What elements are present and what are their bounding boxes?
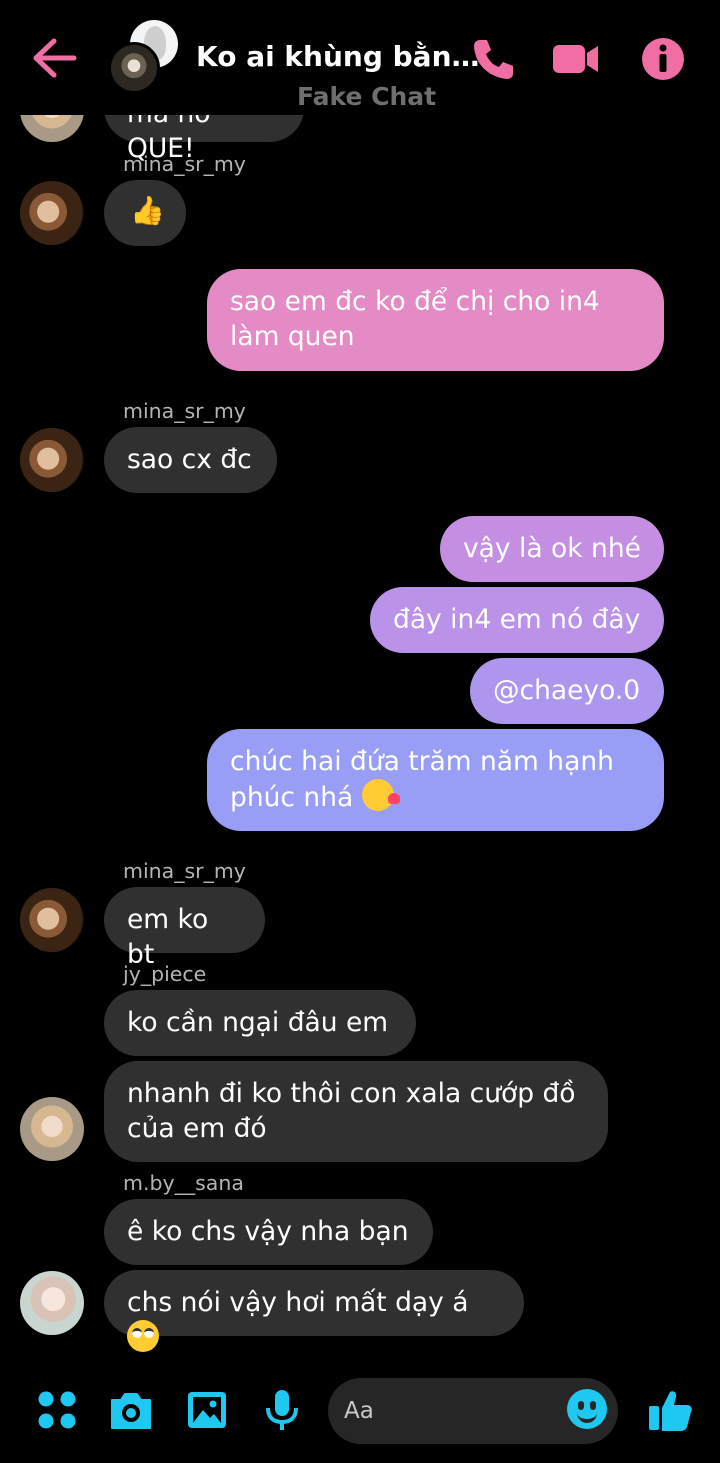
message-text: chs nói vậy hơi mất dạy á	[127, 1287, 469, 1318]
message-bubble-outgoing[interactable]: đây in4 em nó đây	[370, 587, 664, 653]
composer-bar: Aa	[0, 1362, 720, 1463]
info-icon[interactable]	[640, 36, 686, 82]
kiss-emoji	[361, 779, 400, 811]
avatar[interactable]	[20, 888, 84, 952]
message-bubble[interactable]: sao cx đc	[104, 427, 277, 493]
eye-roll-emoji	[127, 1320, 159, 1352]
sender-name: mina_sr_my	[123, 859, 246, 883]
message-input[interactable]: Aa	[328, 1378, 618, 1444]
message-text: nhanh đi ko thôi con xala cướp đồ của em…	[127, 1078, 576, 1144]
avatar[interactable]	[20, 1271, 84, 1335]
avatar[interactable]	[20, 1097, 84, 1161]
chat-subtitle: Fake Chat	[297, 82, 437, 111]
message-bubble-outgoing[interactable]: @chaeyo.0	[470, 658, 664, 724]
image-icon[interactable]	[185, 1388, 229, 1432]
chat-header: Ko ai khùng bằn… Fake Chat	[0, 0, 720, 115]
sender-name: mina_sr_my	[123, 399, 246, 423]
message-bubble-outgoing[interactable]: sao em đc ko để chị cho in4 làm quen	[207, 269, 664, 371]
thumbs-up-emoji: 👍	[130, 194, 165, 227]
message-text: sao cx đc	[127, 444, 252, 475]
message-text: ko cần ngại đâu em	[127, 1007, 389, 1038]
sender-name: jy_piece	[123, 962, 207, 986]
message-text: đây in4 em nó đây	[393, 604, 641, 635]
message-text: ê ko chs vậy nha bạn	[127, 1216, 409, 1247]
emoji-icon[interactable]	[567, 1389, 607, 1429]
sender-name: mina_sr_my	[123, 152, 246, 176]
chat-title[interactable]: Ko ai khùng bằn…	[196, 40, 480, 73]
message-text: chúc hai đứa trăm năm hạnh phúc nhá	[230, 746, 614, 813]
message-bubble[interactable]: ê ko chs vậy nha bạn	[104, 1199, 433, 1265]
message-bubble-outgoing[interactable]: chúc hai đứa trăm năm hạnh phúc nhá	[207, 729, 664, 831]
group-avatar[interactable]	[108, 20, 180, 94]
camera-icon[interactable]	[108, 1388, 154, 1432]
avatar	[108, 42, 160, 94]
video-icon[interactable]	[552, 36, 600, 82]
message-text: @chaeyo.0	[493, 675, 641, 706]
sender-name: m.by__sana	[123, 1171, 244, 1195]
message-bubble-outgoing[interactable]: vậy là ok nhé	[440, 516, 664, 582]
message-text: sao em đc ko để chị cho in4 làm quen	[230, 286, 600, 352]
mic-icon[interactable]	[260, 1388, 304, 1432]
message-bubble[interactable]: 👍	[104, 180, 186, 246]
message-bubble[interactable]: nhanh đi ko thôi con xala cướp đồ của em…	[104, 1061, 608, 1162]
message-input-placeholder: Aa	[344, 1398, 374, 1424]
message-text: em ko bt	[127, 904, 209, 970]
like-icon[interactable]	[646, 1386, 694, 1434]
message-text: vậy là ok nhé	[463, 533, 641, 564]
message-bubble[interactable]: ko cần ngại đâu em	[104, 990, 416, 1056]
menu-dots-icon[interactable]	[35, 1388, 79, 1432]
phone-icon[interactable]	[470, 36, 516, 82]
back-arrow-icon[interactable]	[30, 36, 78, 80]
message-list[interactable]: mà nó QUE! mina_sr_my 👍 sao em đc ko để …	[0, 0, 720, 1362]
avatar[interactable]	[20, 181, 84, 245]
avatar[interactable]	[20, 428, 84, 492]
message-bubble[interactable]: em ko bt	[104, 887, 265, 970]
message-bubble[interactable]: chs nói vậy hơi mất dạy á	[104, 1270, 524, 1352]
